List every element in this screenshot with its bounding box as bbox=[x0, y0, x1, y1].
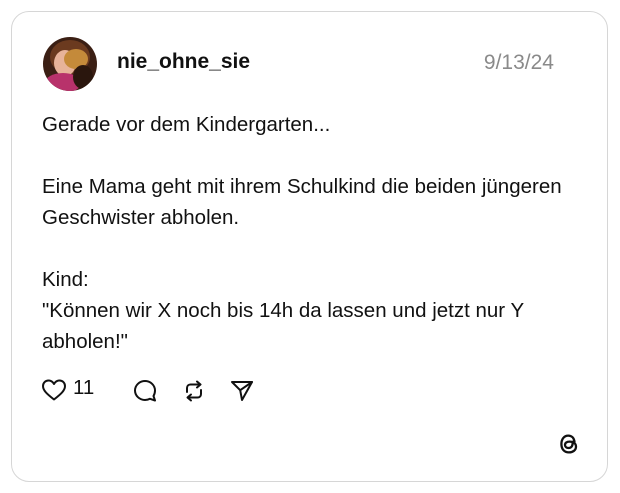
post-paragraph: Eine Mama geht mit ihrem Schulkind die b… bbox=[42, 175, 562, 229]
post-body: Gerade vor dem Kindergarten... Eine Mama… bbox=[42, 109, 562, 357]
post-card: nie_ohne_sie 9/13/24 Gerade vor dem Kind… bbox=[11, 11, 608, 482]
post-paragraph: Kind: "Können wir X noch bis 14h da lass… bbox=[42, 268, 524, 353]
post-paragraph: Gerade vor dem Kindergarten... bbox=[42, 113, 331, 136]
heart-icon[interactable] bbox=[41, 378, 67, 402]
like-count: 11 bbox=[73, 376, 95, 399]
threads-logo-icon bbox=[560, 434, 578, 454]
avatar[interactable] bbox=[43, 37, 97, 91]
speech-bubble-icon[interactable] bbox=[132, 378, 158, 404]
paper-plane-icon[interactable] bbox=[229, 378, 255, 404]
repost-arrows-icon[interactable] bbox=[181, 378, 207, 404]
username[interactable]: nie_ohne_sie bbox=[117, 50, 250, 74]
post-date[interactable]: 9/13/24 bbox=[484, 51, 554, 75]
